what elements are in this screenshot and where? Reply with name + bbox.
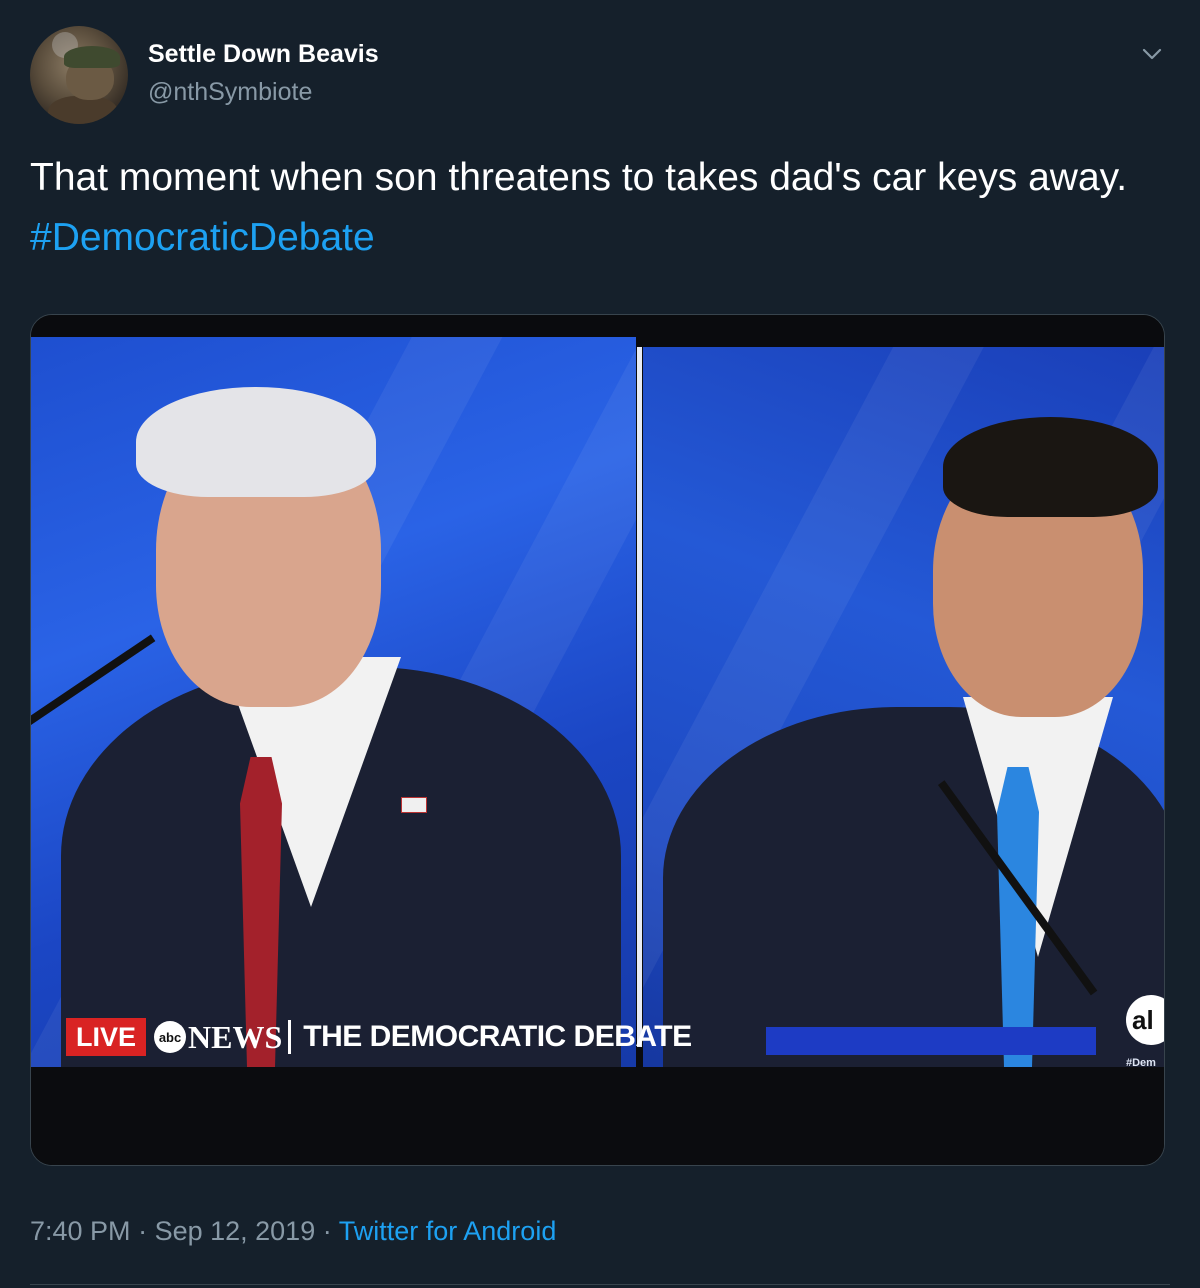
avatar-body <box>48 96 118 124</box>
chevron-down-glyph <box>1142 48 1162 60</box>
corner-hashtag: #Dem <box>1126 1057 1156 1067</box>
chevron-down-icon[interactable] <box>1134 36 1170 72</box>
meta-separator: · <box>315 1216 339 1246</box>
tweet-card: Settle Down Beavis @nthSymbiote That mom… <box>0 0 1200 1288</box>
hashtag-link[interactable]: #DemocraticDebate <box>30 216 375 259</box>
tweet-time[interactable]: 7:40 PM <box>30 1216 131 1246</box>
tweet-date[interactable]: Sep 12, 2019 <box>155 1216 316 1246</box>
microphone-left <box>31 634 156 725</box>
tweet-source-link[interactable]: Twitter for Android <box>339 1216 557 1246</box>
news-label: NEWS <box>188 1018 283 1055</box>
news-chyron: LIVE abc NEWS THE DEMOCRATIC DEBATE <box>66 1017 692 1057</box>
tweet-meta: 7:40 PM · Sep 12, 2019 · Twitter for And… <box>30 1216 556 1247</box>
author-display-name[interactable]: Settle Down Beavis <box>148 40 379 69</box>
divider-line <box>30 1284 1170 1285</box>
speaker-left-hair <box>136 387 376 497</box>
left-panel <box>31 337 636 1067</box>
speaker-right-hair <box>943 417 1158 517</box>
meta-separator: · <box>130 1216 155 1246</box>
tweet-header: Settle Down Beavis @nthSymbiote <box>30 26 1170 126</box>
live-badge: LIVE <box>66 1018 147 1056</box>
avatar-icon[interactable] <box>30 26 128 124</box>
tweet-body-text: That moment when son threatens to takes … <box>30 156 1128 199</box>
tweet-media-photo[interactable]: LIVE abc NEWS THE DEMOCRATIC DEBATE al #… <box>30 314 1165 1166</box>
chyron-separator <box>288 1020 292 1054</box>
chyron-blue-bar <box>766 1027 1096 1055</box>
flag-pin <box>401 797 427 813</box>
author-handle[interactable]: @nthSymbiote <box>148 78 312 107</box>
right-panel <box>643 347 1164 1067</box>
chyron-title: THE DEMOCRATIC DEBATE <box>303 1020 692 1053</box>
abc-logo-icon: abc <box>154 1021 187 1053</box>
tv-screen: LIVE abc NEWS THE DEMOCRATIC DEBATE al #… <box>31 337 1164 1067</box>
avatar-hair <box>64 46 120 68</box>
tweet-text: That moment when son threatens to takes … <box>30 148 1150 268</box>
split-screen-divider <box>637 347 642 1047</box>
tv-bezel <box>31 1067 1164 1165</box>
